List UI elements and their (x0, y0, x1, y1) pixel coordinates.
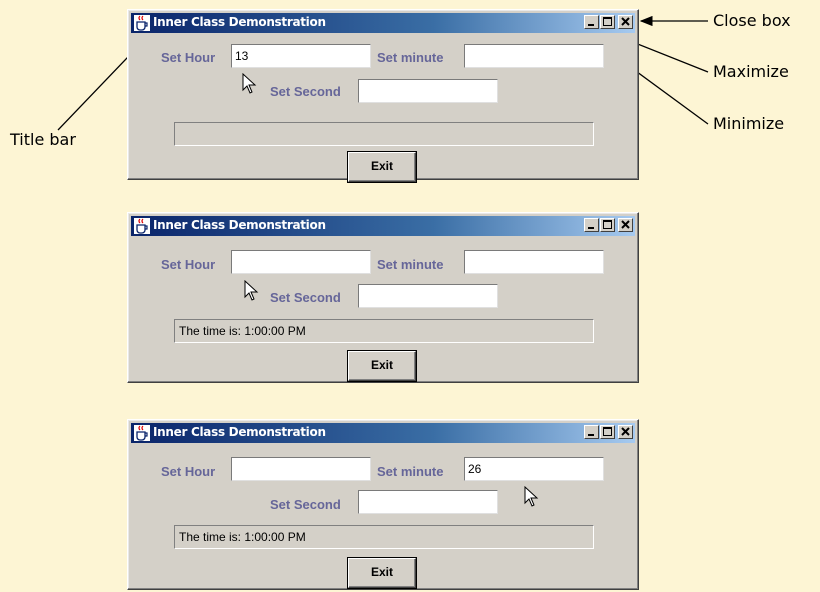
set-minute-label: Set minute (377, 464, 444, 479)
second-field[interactable] (358, 284, 498, 308)
app-window-2: Inner Class Demonstration Set Hour Set m… (127, 212, 639, 383)
callout-close-box: Close box (713, 11, 791, 30)
mouse-cursor-icon (242, 73, 257, 94)
set-hour-label: Set Hour (161, 464, 216, 479)
app-window-3: Inner Class Demonstration Set Hour Set m… (127, 419, 639, 590)
hour-field[interactable] (231, 250, 371, 274)
hour-field[interactable] (231, 457, 371, 481)
close-button[interactable] (618, 218, 633, 232)
minimize-button[interactable] (584, 425, 599, 439)
hour-field[interactable]: 13 (231, 44, 371, 68)
close-icon (621, 220, 630, 229)
mouse-cursor-icon (244, 280, 259, 301)
close-icon (621, 427, 630, 436)
maximize-button[interactable] (600, 425, 615, 439)
minimize-icon (588, 227, 594, 229)
title-bar[interactable]: Inner Class Demonstration (131, 423, 635, 443)
set-minute-label: Set minute (377, 50, 444, 65)
close-icon (621, 17, 630, 26)
set-second-label: Set Second (270, 84, 341, 99)
second-field[interactable] (358, 490, 498, 514)
set-second-label: Set Second (270, 290, 341, 305)
set-hour-label: Set Hour (161, 257, 216, 272)
time-output-field: The time is: 1:00:00 PM (174, 525, 594, 549)
java-cup-icon[interactable] (134, 425, 150, 441)
exit-button[interactable]: Exit (348, 152, 416, 182)
time-output-field (174, 122, 594, 146)
maximize-icon (603, 427, 612, 436)
minute-field[interactable]: 26 (464, 457, 604, 481)
window-title: Inner Class Demonstration (153, 425, 326, 439)
close-button[interactable] (618, 15, 633, 29)
app-window-1: Inner Class Demonstration Set Hour 13 Se… (127, 9, 639, 182)
callout-title-bar: Title bar (10, 130, 76, 149)
set-hour-label: Set Hour (161, 50, 216, 65)
minimize-button[interactable] (584, 15, 599, 29)
close-button[interactable] (618, 425, 633, 439)
minute-field[interactable] (464, 250, 604, 274)
second-field[interactable] (358, 79, 498, 103)
maximize-button[interactable] (600, 15, 615, 29)
callout-minimize: Minimize (713, 114, 785, 133)
exit-button[interactable]: Exit (348, 558, 416, 588)
title-bar[interactable]: Inner Class Demonstration (131, 13, 635, 33)
window-title: Inner Class Demonstration (153, 15, 326, 29)
mouse-cursor-icon (524, 486, 539, 507)
minimize-button[interactable] (584, 218, 599, 232)
callout-maximize: Maximize (713, 62, 789, 81)
minute-field[interactable] (464, 44, 604, 68)
set-second-label: Set Second (270, 497, 341, 512)
title-bar[interactable]: Inner Class Demonstration (131, 216, 635, 236)
maximize-icon (603, 220, 612, 229)
set-minute-label: Set minute (377, 257, 444, 272)
minimize-icon (588, 434, 594, 436)
java-cup-icon[interactable] (134, 15, 150, 31)
time-output-field: The time is: 1:00:00 PM (174, 319, 594, 343)
window-title: Inner Class Demonstration (153, 218, 326, 232)
maximize-button[interactable] (600, 218, 615, 232)
java-cup-icon[interactable] (134, 218, 150, 234)
exit-button[interactable]: Exit (348, 351, 416, 381)
maximize-icon (603, 17, 612, 26)
minimize-icon (588, 24, 594, 26)
